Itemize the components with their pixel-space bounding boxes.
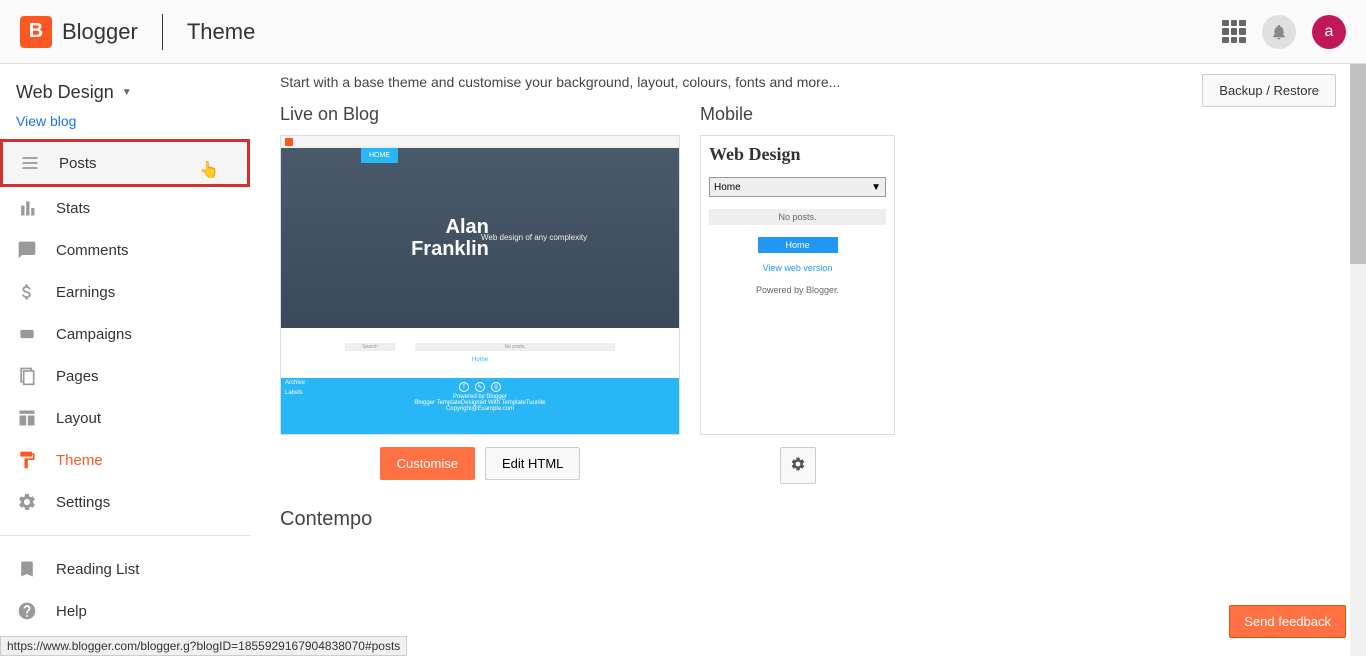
hero-name-2: Franklin xyxy=(411,238,489,260)
mobile-powered-by: Powered by Blogger. xyxy=(709,285,886,295)
copyright: Copyright@Example.com xyxy=(285,406,675,412)
mobile-home-button: Home xyxy=(758,237,838,253)
social-icons: f✎g xyxy=(285,382,675,392)
sidebar: Web Design ▼ View blog Posts 👆 Stats Com… xyxy=(0,64,250,656)
home-badge: HOME xyxy=(361,148,398,163)
bookmark-icon xyxy=(16,558,38,580)
stats-icon xyxy=(16,197,38,219)
main-content: Backup / Restore Start with a base theme… xyxy=(250,64,1366,656)
nav-label: Layout xyxy=(56,410,101,427)
notifications-icon[interactable] xyxy=(1262,15,1296,49)
pages-icon xyxy=(16,365,38,387)
preview-topbar xyxy=(281,136,679,148)
logo-text: Blogger xyxy=(62,19,138,45)
send-feedback-button[interactable]: Send feedback xyxy=(1229,605,1346,638)
page-title: Theme xyxy=(187,19,255,45)
nav-label: Settings xyxy=(56,494,110,511)
avatar[interactable]: a xyxy=(1312,15,1346,49)
desktop-preview[interactable]: HOME Alan Franklin Web design of any com… xyxy=(280,135,680,435)
mobile-blog-title: Web Design xyxy=(709,144,886,165)
apps-icon[interactable] xyxy=(1222,20,1246,44)
search-box: Search xyxy=(345,343,395,351)
layout-icon xyxy=(16,407,38,429)
sidebar-item-theme[interactable]: Theme xyxy=(0,439,250,481)
hero-subtitle: Web design of any complexity xyxy=(481,233,587,242)
intro-text: Start with a base theme and customise yo… xyxy=(280,74,1336,90)
mobile-no-posts: No posts. xyxy=(709,209,886,225)
view-web-link: View web version xyxy=(709,263,886,273)
sidebar-item-posts[interactable]: Posts 👆 xyxy=(0,139,250,187)
sidebar-item-earnings[interactable]: Earnings xyxy=(0,271,250,313)
scrollbar[interactable] xyxy=(1350,64,1366,656)
no-posts: No posts. xyxy=(415,343,615,351)
mobile-settings-button[interactable] xyxy=(780,447,816,484)
mobile-nav-select: Home▼ xyxy=(709,177,886,197)
backup-restore-button[interactable]: Backup / Restore xyxy=(1202,74,1336,107)
campaigns-icon xyxy=(16,323,38,345)
edit-html-button[interactable]: Edit HTML xyxy=(485,447,580,480)
blogger-logo-icon: B xyxy=(20,16,52,48)
blog-selector[interactable]: Web Design ▼ xyxy=(0,76,250,109)
sidebar-item-comments[interactable]: Comments xyxy=(0,229,250,271)
section-contempo: Contempo xyxy=(280,508,1336,531)
nav-label: Comments xyxy=(56,242,129,259)
nav-label: Pages xyxy=(56,368,99,385)
preview-mid: Search No posts. Home xyxy=(281,328,679,378)
sidebar-item-reading-list[interactable]: Reading List xyxy=(0,548,250,590)
separator xyxy=(162,14,163,50)
nav-label: Earnings xyxy=(56,284,115,301)
posts-icon xyxy=(19,152,41,174)
sidebar-item-layout[interactable]: Layout xyxy=(0,397,250,439)
earnings-icon xyxy=(16,281,38,303)
view-blog-link[interactable]: View blog xyxy=(16,113,76,129)
sidebar-item-settings[interactable]: Settings xyxy=(0,481,250,523)
blog-name: Web Design xyxy=(16,82,114,103)
sidebar-item-help[interactable]: Help xyxy=(0,590,250,632)
live-preview-title: Live on Blog xyxy=(280,104,680,125)
logo-area[interactable]: B Blogger xyxy=(20,16,138,48)
nav-label: Posts xyxy=(59,155,97,172)
theme-icon xyxy=(16,449,38,471)
customise-button[interactable]: Customise xyxy=(380,447,475,480)
home-link: Home xyxy=(472,357,488,363)
nav-label: Stats xyxy=(56,200,90,217)
sidebar-item-pages[interactable]: Pages xyxy=(0,355,250,397)
sidebar-item-campaigns[interactable]: Campaigns xyxy=(0,313,250,355)
nav-label: Help xyxy=(56,603,87,620)
divider xyxy=(0,535,250,536)
cursor-icon: 👆 xyxy=(199,160,219,180)
preview-footer: Archive Labels f✎g Powered by Blogger Bl… xyxy=(281,378,679,434)
preview-hero: HOME Alan Franklin Web design of any com… xyxy=(281,148,679,328)
status-bar-url: https://www.blogger.com/blogger.g?blogID… xyxy=(0,636,407,656)
nav-label: Reading List xyxy=(56,561,139,578)
mobile-preview-title: Mobile xyxy=(700,104,895,125)
caret-down-icon: ▼ xyxy=(122,87,132,98)
gear-icon xyxy=(790,456,806,472)
settings-icon xyxy=(16,491,38,513)
nav-label: Theme xyxy=(56,452,103,469)
header: B Blogger Theme a xyxy=(0,0,1366,64)
nav-label: Campaigns xyxy=(56,326,132,343)
sidebar-item-stats[interactable]: Stats xyxy=(0,187,250,229)
mobile-preview[interactable]: Web Design Home▼ No posts. Home View web… xyxy=(700,135,895,435)
comments-icon xyxy=(16,239,38,261)
help-icon xyxy=(16,600,38,622)
